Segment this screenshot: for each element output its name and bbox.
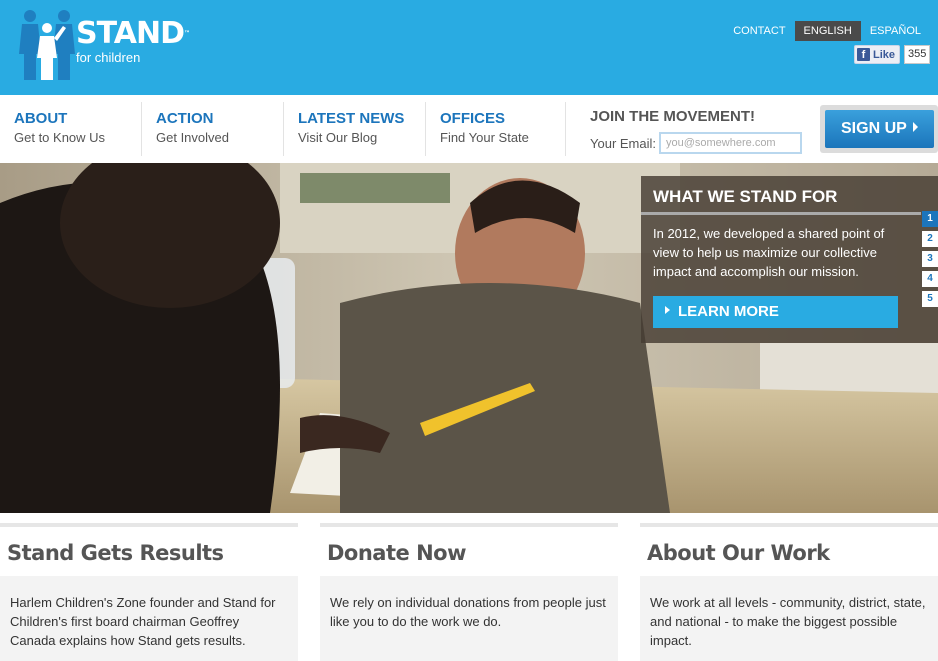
nav-action-title: ACTION (156, 110, 214, 127)
results-body: Harlem Children's Zone founder and Stand… (0, 576, 298, 661)
nav-news-title: LATEST NEWS (298, 110, 405, 127)
signup-frame: SIGN UP (820, 105, 938, 153)
donate-body: We rely on individual donations from peo… (320, 576, 618, 661)
slide-3-button[interactable]: 3 (922, 251, 938, 267)
logo-tagline: for children (76, 50, 141, 65)
nav-about[interactable]: ABOUT Get to Know Us (0, 102, 140, 156)
site-header: STAND™ for children CONTACT ENGLISH ESPA… (0, 0, 938, 95)
main-nav: ABOUT Get to Know Us ACTION Get Involved… (0, 95, 938, 163)
like-label: Like (873, 48, 896, 61)
nav-action-sub: Get Involved (156, 130, 229, 145)
logo-wordmark: STAND (76, 16, 185, 51)
email-input[interactable] (659, 132, 802, 154)
nav-about-title: ABOUT (14, 110, 68, 127)
family-figures-icon (19, 10, 75, 80)
work-column[interactable]: About Our Work We work at all levels - c… (640, 523, 938, 661)
signup-label: SIGN UP (841, 120, 907, 137)
nav-offices[interactable]: OFFICES Find Your State (425, 102, 565, 156)
nav-offices-sub: Find Your State (440, 130, 529, 145)
trademark: ™ (183, 30, 190, 37)
results-title: Stand Gets Results (7, 541, 224, 565)
signup-button[interactable]: SIGN UP (825, 110, 934, 148)
slide-4-button[interactable]: 4 (922, 271, 938, 287)
join-form: JOIN THE MOVEMENT! Your Email: (565, 102, 817, 156)
donate-column[interactable]: Donate Now We rely on individual donatio… (320, 523, 618, 661)
slide-2-button[interactable]: 2 (922, 231, 938, 247)
slide-pager: 1 2 3 4 5 (922, 211, 938, 311)
nav-latest-news[interactable]: LATEST NEWS Visit Our Blog (283, 102, 424, 156)
nav-action[interactable]: ACTION Get Involved (141, 102, 282, 156)
email-label: Your Email: (590, 135, 656, 151)
arrow-right-icon (912, 122, 918, 132)
facebook-icon: f (857, 48, 870, 61)
learn-more-label: LEARN MORE (678, 303, 779, 320)
nav-about-sub: Get to Know Us (14, 130, 106, 145)
feature-title: WHAT WE STAND FOR (653, 187, 838, 206)
learn-more-button[interactable]: LEARN MORE (653, 296, 898, 328)
nav-news-sub: Visit Our Blog (298, 130, 378, 145)
feature-panel: WHAT WE STAND FOR In 2012, we developed … (641, 176, 938, 343)
facebook-like-button[interactable]: f Like (854, 45, 901, 64)
hero-slideshow: WHAT WE STAND FOR In 2012, we developed … (0, 163, 938, 513)
join-title: JOIN THE MOVEMENT! (590, 108, 756, 125)
facebook-like-widget: f Like 355 (854, 45, 931, 64)
english-link[interactable]: ENGLISH (794, 21, 861, 41)
nav-offices-title: OFFICES (440, 110, 506, 127)
slide-5-button[interactable]: 5 (922, 291, 938, 307)
work-title: About Our Work (647, 541, 830, 565)
contact-link[interactable]: CONTACT (724, 21, 794, 41)
arrow-right-icon (665, 306, 670, 314)
feature-divider (641, 212, 921, 215)
slide-1-button[interactable]: 1 (922, 211, 938, 227)
donate-title: Donate Now (327, 541, 466, 565)
feature-text: In 2012, we developed a shared point of … (653, 226, 885, 279)
work-body: We work at all levels - community, distr… (640, 576, 938, 661)
stand-logo[interactable]: STAND™ for children (18, 6, 198, 82)
espanol-link[interactable]: ESPAÑOL (861, 21, 930, 41)
results-column[interactable]: Stand Gets Results Harlem Children's Zon… (0, 523, 298, 661)
utility-links: CONTACT ENGLISH ESPAÑOL (724, 21, 930, 41)
like-count: 355 (904, 45, 931, 64)
